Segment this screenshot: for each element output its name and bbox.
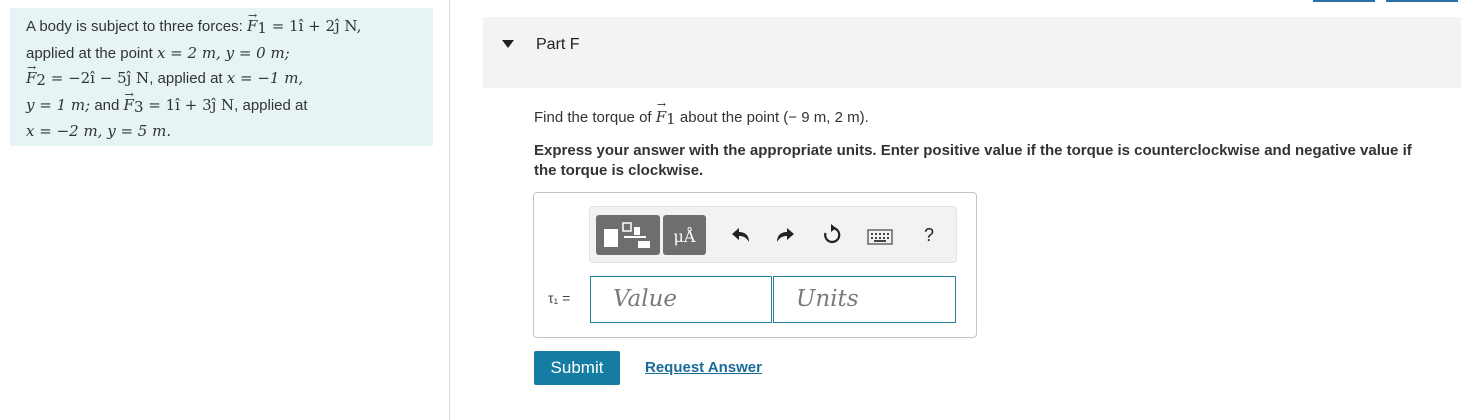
panel-divider <box>449 0 450 420</box>
question-text: Find the torque of F1 about the point (−… <box>534 98 869 128</box>
units-input[interactable]: Units <box>773 276 956 323</box>
force-f1-symbol: F <box>247 4 258 39</box>
force-f3-symbol: F <box>124 83 135 118</box>
problem-text-1: A body is subject to three forces: <box>26 18 247 35</box>
question-force-symbol: F <box>656 98 667 126</box>
part-header[interactable] <box>483 17 1461 88</box>
units-button[interactable]: μÅ <box>663 215 706 255</box>
problem-text-2: applied at the point <box>26 44 157 62</box>
top-link-underline-2[interactable] <box>1386 0 1458 2</box>
point-1: x = 2 m, y = 0 m; <box>156 43 290 62</box>
undo-icon[interactable] <box>729 226 751 244</box>
point-2-x: x = −1 m, <box>226 69 304 88</box>
collapse-caret-icon[interactable] <box>502 40 514 48</box>
part-title: Part F <box>536 36 580 53</box>
problem-statement: A body is subject to three forces: F1 = … <box>26 4 417 145</box>
templates-button[interactable] <box>596 215 660 255</box>
point-2-y: y = 1 m; <box>26 95 91 114</box>
problem-text-4: and <box>90 96 124 114</box>
answer-label: τ₁ = <box>548 290 571 306</box>
instruction-text: Express your answer with the appropriate… <box>534 142 1412 179</box>
problem-text-3: , applied at <box>149 70 227 88</box>
keyboard-icon[interactable] <box>867 229 893 245</box>
top-link-underline-1[interactable] <box>1313 0 1375 2</box>
force-f3-equation: = 1î + 3ĵ N <box>143 95 235 114</box>
force-f2-symbol: F <box>26 56 37 91</box>
templates-icon <box>604 222 650 248</box>
force-f1-equation: = 1î + 2ĵ N, <box>266 17 362 35</box>
value-input[interactable]: Value <box>590 276 772 323</box>
submit-button[interactable]: Submit <box>534 351 620 385</box>
request-answer-link[interactable]: Request Answer <box>645 359 762 376</box>
help-button[interactable]: ? <box>924 225 934 246</box>
redo-icon[interactable] <box>775 226 797 244</box>
problem-text-5: , applied at <box>234 96 308 114</box>
reset-icon[interactable] <box>821 224 843 246</box>
point-3: x = −2 m, y = 5 m. <box>26 122 172 141</box>
problem-panel: A body is subject to three forces: F1 = … <box>10 4 433 146</box>
